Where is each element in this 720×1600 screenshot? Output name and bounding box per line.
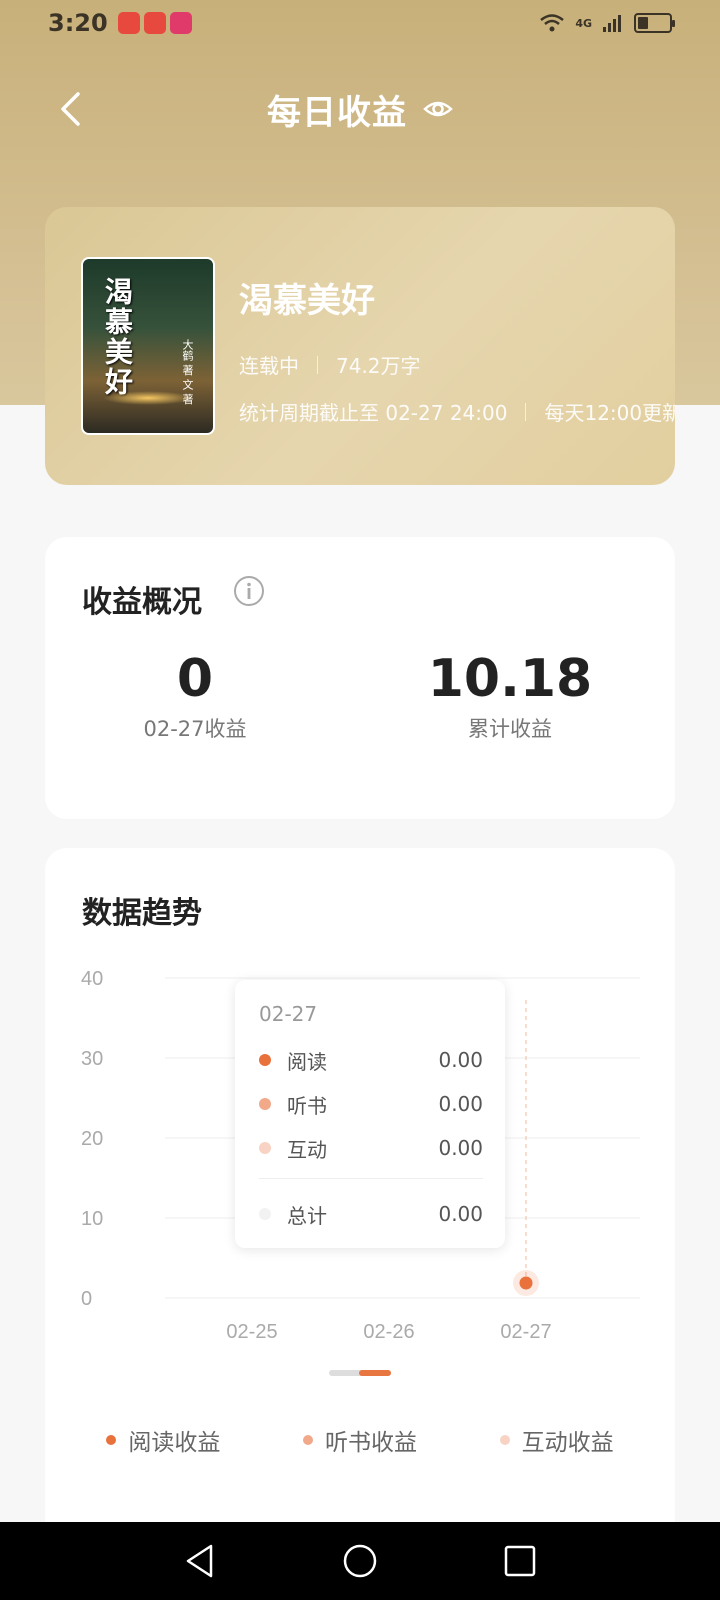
tooltip-row-total: 总计 0.00	[259, 1200, 483, 1228]
book-info-card: 渴慕美好 大鹤 著 文 著 渴慕美好 连载中 74.2万字 统计周期截止至 02…	[45, 207, 675, 485]
tooltip-row-interaction: 互动 0.00	[259, 1134, 483, 1162]
signal-icon	[603, 15, 621, 32]
chart-scroll-thumb[interactable]	[359, 1370, 391, 1376]
trend-title: 数据趋势	[82, 896, 202, 931]
legend-item-interaction[interactable]: 互动收益	[499, 1423, 614, 1457]
overview-title: 收益概况	[82, 585, 202, 620]
info-icon[interactable]	[233, 575, 265, 607]
y-tick-label: 0	[81, 1288, 92, 1310]
book-status: 连载中	[239, 354, 299, 378]
tooltip-row-listening: 听书 0.00	[259, 1090, 483, 1118]
app-notification-icon	[117, 12, 140, 34]
legend-item-listening[interactable]: 听书收益	[302, 1423, 417, 1457]
x-tick-label: 02-26	[363, 1321, 414, 1338]
book-meta: 连载中 74.2万字	[239, 350, 421, 379]
legend-dot	[499, 1435, 510, 1445]
y-tick-label: 10	[81, 1208, 103, 1230]
back-arrow-icon	[61, 92, 80, 126]
stats-period: 统计周期截止至 02-27 24:00 每天12:00更新	[239, 397, 675, 426]
tooltip-row-name: 总计	[287, 1203, 327, 1228]
tooltip-row-value: 0.00	[438, 1092, 483, 1116]
chart-tooltip: 02-27 阅读 0.00 听书 0.00 互动 0.00 总计 0.00	[235, 980, 505, 1248]
page-title: 每日收益	[267, 92, 407, 133]
system-navigation-bar	[0, 1522, 720, 1600]
x-tick-label: 02-27	[500, 1321, 551, 1338]
total-earnings-label: 累计收益	[468, 717, 552, 741]
today-earnings: 0 02-27收益	[45, 647, 345, 743]
eye-icon[interactable]	[423, 94, 453, 124]
y-tick-label: 20	[81, 1128, 103, 1150]
app-notification-icon	[143, 12, 166, 34]
network-type: 4G	[575, 16, 592, 30]
legend-dot	[106, 1435, 117, 1445]
today-earnings-value: 0	[176, 649, 214, 709]
nav-bar: 每日收益	[0, 72, 720, 146]
cover-decoration	[103, 391, 193, 405]
data-trend-card: 数据趋势 0 10 20 30 40 02-25 02-26 02-27 02-27 阅读 0…	[45, 848, 675, 1548]
y-tick-label: 40	[81, 968, 103, 990]
status-bar: 3:20 4G	[0, 0, 720, 46]
tooltip-row-name: 互动	[287, 1137, 327, 1162]
legend-label: 听书收益	[324, 1430, 417, 1456]
x-tick-label: 02-25	[226, 1321, 277, 1338]
divider	[317, 355, 318, 374]
tooltip-row-name: 阅读	[287, 1049, 327, 1074]
legend-label: 互动收益	[521, 1430, 614, 1456]
book-title: 渴慕美好	[239, 281, 375, 321]
book-cover: 渴慕美好 大鹤 著 文 著	[81, 257, 215, 435]
today-earnings-label: 02-27收益	[143, 717, 247, 741]
total-earnings: 10.18 累计收益	[360, 647, 660, 743]
tooltip-row-value: 0.00	[438, 1048, 483, 1072]
tooltip-dot	[259, 1098, 271, 1110]
system-home-button[interactable]	[330, 1531, 390, 1591]
tooltip-row-name: 听书	[287, 1093, 327, 1118]
book-word-count: 74.2万字	[336, 354, 421, 378]
notification-icons	[117, 12, 192, 34]
status-time: 3:20	[48, 9, 108, 37]
earnings-overview-card: 收益概况 0 02-27收益 10.18 累计收益	[45, 537, 675, 819]
tooltip-date: 02-27	[259, 1002, 318, 1026]
tooltip-row-value: 0.00	[438, 1136, 483, 1160]
tooltip-dot	[259, 1142, 271, 1154]
tooltip-row-reading: 阅读 0.00	[259, 1046, 483, 1074]
total-earnings-value: 10.18	[427, 649, 593, 709]
status-indicators: 4G	[539, 13, 675, 33]
circle-home-icon	[343, 1544, 377, 1578]
system-recents-button[interactable]	[490, 1531, 550, 1591]
legend-dot	[302, 1435, 313, 1445]
divider	[525, 402, 527, 421]
update-note: 每天12:00更新	[544, 401, 675, 425]
legend-item-reading[interactable]: 阅读收益	[106, 1423, 220, 1457]
cover-title: 渴慕美好	[101, 277, 134, 397]
back-button[interactable]	[50, 84, 90, 134]
tooltip-dot	[259, 1208, 271, 1220]
data-point[interactable]	[519, 1276, 533, 1290]
system-back-button[interactable]	[170, 1531, 230, 1591]
triangle-back-icon	[186, 1544, 213, 1578]
chart-legend: 阅读收益 听书收益 互动收益	[45, 1423, 675, 1457]
app-notification-icon	[169, 12, 192, 34]
battery-icon	[634, 13, 675, 33]
tooltip-dot	[259, 1054, 271, 1066]
chart-scroll-indicator[interactable]	[329, 1370, 391, 1376]
legend-label: 阅读收益	[128, 1430, 221, 1456]
square-recents-icon	[504, 1545, 536, 1577]
tooltip-row-value: 0.00	[438, 1202, 483, 1226]
wifi-icon	[540, 14, 565, 32]
tooltip-divider	[259, 1178, 483, 1179]
y-tick-label: 30	[81, 1048, 103, 1070]
period-text: 统计周期截止至 02-27 24:00	[239, 401, 508, 425]
